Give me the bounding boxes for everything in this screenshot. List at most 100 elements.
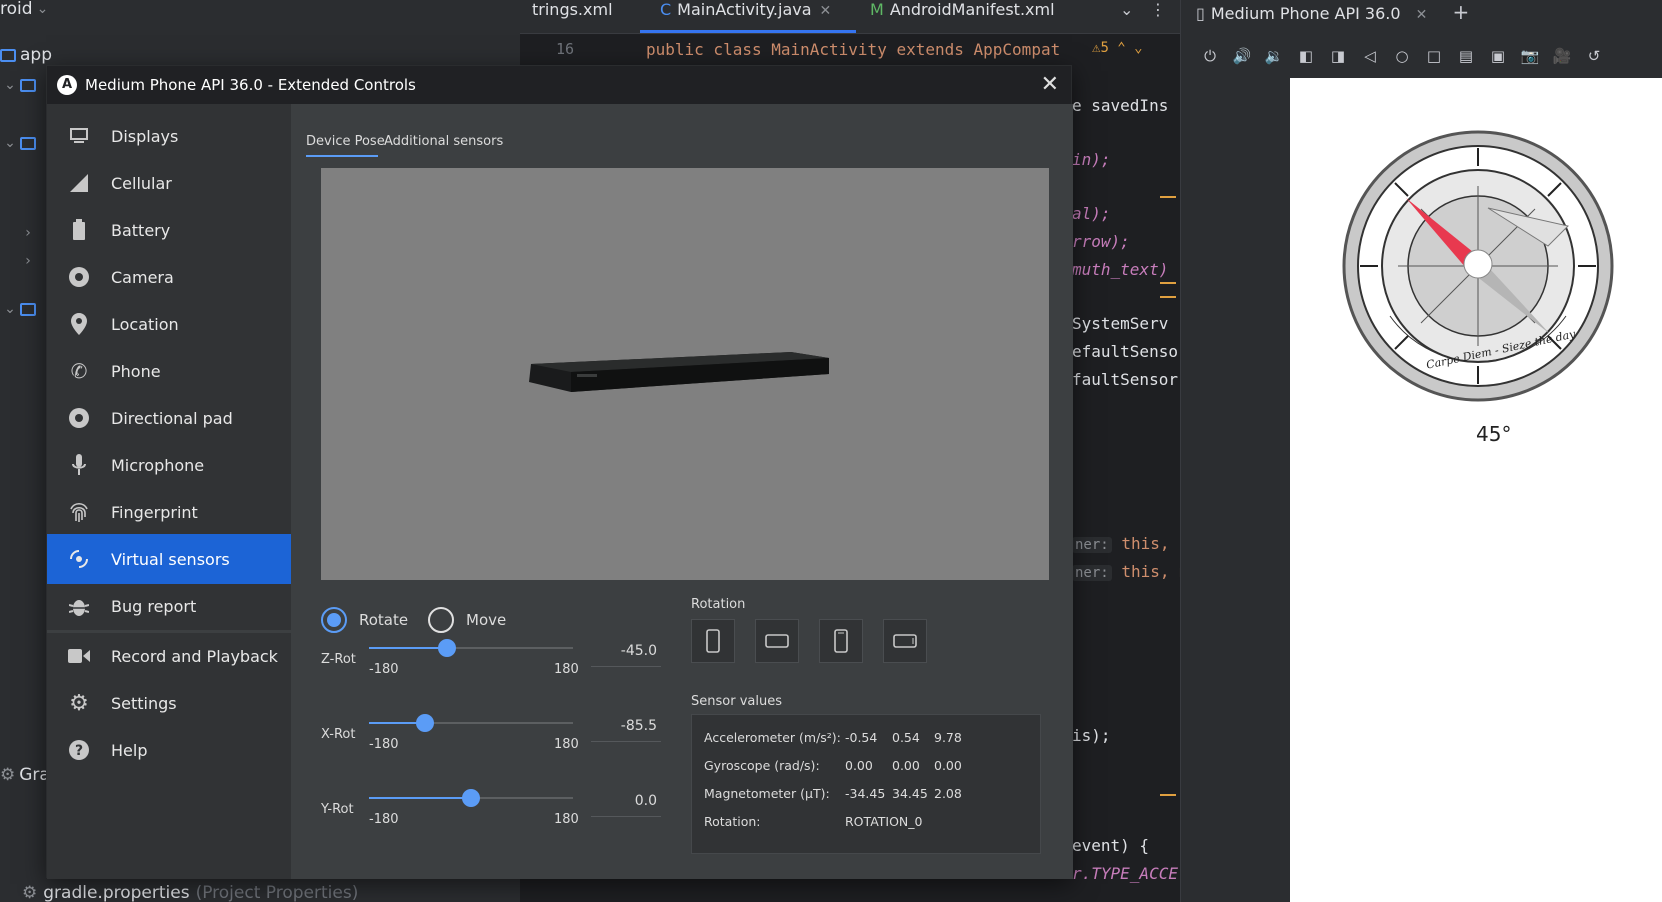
warning-count[interactable]: ⚠5 ⌃ ⌄ bbox=[1092, 40, 1143, 56]
device-settings-icon[interactable]: ▣ bbox=[1482, 47, 1514, 65]
sidebar-item-help[interactable]: ? Help bbox=[47, 725, 291, 775]
tree-row-gradle[interactable]: ⚙ Gra bbox=[0, 762, 50, 788]
close-icon[interactable]: ✕ bbox=[1416, 7, 1428, 23]
tab-strings-xml[interactable]: trings.xml bbox=[532, 0, 613, 34]
radio-indicator bbox=[321, 607, 347, 633]
sidebar-item-fingerprint[interactable]: Fingerprint bbox=[47, 487, 291, 537]
tree-row[interactable]: ⌄ bbox=[0, 296, 40, 322]
tab-device-pose[interactable]: Device Pose bbox=[306, 134, 385, 149]
z-rot-value[interactable]: -45.0 bbox=[597, 643, 657, 659]
volume-down-icon[interactable]: 🔉 bbox=[1258, 47, 1290, 65]
x-rot-slider[interactable] bbox=[369, 722, 573, 724]
java-class-icon: C bbox=[660, 0, 672, 19]
extended-controls-dialog: A Medium Phone API 36.0 - Extended Contr… bbox=[46, 65, 1073, 879]
code-fragment: e savedIns bbox=[1072, 96, 1169, 115]
sidebar-item-label: Directional pad bbox=[111, 408, 233, 428]
rotate-reverse-landscape-button[interactable] bbox=[883, 619, 927, 663]
device-pose-3d-view[interactable] bbox=[321, 168, 1049, 580]
slider-min-label: -180 bbox=[369, 812, 399, 827]
tree-row[interactable]: ⌄ bbox=[0, 72, 40, 98]
tab-androidmanifest-xml[interactable]: M AndroidManifest.xml bbox=[870, 0, 1055, 34]
sidebar-item-label: Battery bbox=[111, 220, 171, 240]
sidebar-item-directional-pad[interactable]: Directional pad bbox=[47, 393, 291, 443]
phone-icon: ✆ bbox=[70, 359, 88, 383]
sidebar-item-microphone[interactable]: Microphone bbox=[47, 440, 291, 490]
y-rot-value[interactable]: 0.0 bbox=[597, 793, 657, 809]
rotate-right-icon[interactable]: ◨ bbox=[1322, 47, 1354, 65]
tree-row[interactable]: › bbox=[18, 248, 38, 274]
battery-icon bbox=[67, 218, 91, 242]
home-icon[interactable]: ○ bbox=[1386, 47, 1418, 65]
x-rot-slider-thumb[interactable] bbox=[416, 714, 434, 732]
rotate-reverse-portrait-button[interactable] bbox=[819, 619, 863, 663]
x-rot-value[interactable]: -85.5 bbox=[597, 718, 657, 734]
rotate-portrait-button[interactable] bbox=[691, 619, 735, 663]
move-radio[interactable]: Move bbox=[428, 607, 506, 633]
accelerometer-x: -0.54 bbox=[845, 730, 878, 745]
slider-fill bbox=[369, 797, 471, 799]
code-fragment: r.TYPE_ACCE bbox=[1072, 864, 1178, 883]
gyroscope-label: Gyroscope (rad/s): bbox=[704, 758, 820, 773]
sidebar-item-cellular[interactable]: Cellular bbox=[47, 158, 291, 208]
tree-row-gradle-properties[interactable]: ⚙ gradle.properties (Project Properties) bbox=[22, 880, 358, 902]
z-rot-slider[interactable] bbox=[369, 647, 573, 649]
sidebar-item-record-and-playback[interactable]: Record and Playback bbox=[47, 631, 291, 681]
sidebar-item-battery[interactable]: Battery bbox=[47, 205, 291, 255]
add-icon[interactable]: + bbox=[1452, 0, 1469, 24]
project-title[interactable]: roid ⌄ bbox=[0, 0, 53, 22]
emulator-tab[interactable]: ▯ Medium Phone API 36.0 ✕ + bbox=[1196, 0, 1469, 24]
code-line-16: public class MainActivity extends AppCom… bbox=[646, 40, 1060, 59]
sidebar-item-displays[interactable]: Displays bbox=[47, 111, 291, 161]
radio-label: Move bbox=[466, 611, 507, 629]
sidebar-item-camera[interactable]: Camera bbox=[47, 252, 291, 302]
landscape-icon bbox=[765, 634, 789, 648]
project-root[interactable]: app bbox=[0, 42, 52, 68]
sidebar-item-label: Help bbox=[111, 740, 148, 760]
change-marker bbox=[1160, 196, 1176, 198]
rotate-radio[interactable]: Rotate bbox=[321, 607, 408, 633]
tree-row[interactable]: › bbox=[18, 220, 38, 246]
folder-icon bbox=[20, 302, 36, 316]
rotate-landscape-button[interactable] bbox=[755, 619, 799, 663]
sidebar-item-bug-report[interactable]: Bug report bbox=[47, 581, 291, 631]
sidebar-item-label: Settings bbox=[111, 693, 177, 713]
tab-additional-sensors[interactable]: Additional sensors bbox=[384, 134, 503, 149]
radio-label: Rotate bbox=[359, 611, 409, 629]
change-marker bbox=[1160, 296, 1176, 298]
close-icon[interactable]: ✕ bbox=[1041, 72, 1059, 97]
x-rot-label: X-Rot bbox=[321, 727, 356, 742]
project-title-label: roid bbox=[0, 0, 33, 19]
more-icon[interactable]: ⋮ bbox=[1150, 0, 1166, 34]
svg-text:?: ? bbox=[75, 743, 83, 759]
close-icon[interactable]: ✕ bbox=[820, 3, 832, 19]
screenshot-icon[interactable]: 📷 bbox=[1514, 47, 1546, 65]
sidebar-item-location[interactable]: Location bbox=[47, 299, 291, 349]
y-rot-slider-thumb[interactable] bbox=[462, 789, 480, 807]
tab-mainactivity-java[interactable]: C MainActivity.java ✕ bbox=[660, 0, 831, 34]
power-icon[interactable]: ⏻ bbox=[1194, 47, 1226, 65]
overview-icon[interactable]: □ bbox=[1418, 47, 1450, 65]
value-underline bbox=[591, 816, 661, 817]
device-screen[interactable]: Carpe Diem - Sieze the day 45° bbox=[1290, 78, 1662, 902]
code-fragment: in); bbox=[1072, 150, 1111, 169]
gyroscope-z: 0.00 bbox=[934, 758, 962, 773]
value-underline bbox=[591, 666, 661, 667]
tree-row[interactable]: ⌄ bbox=[0, 130, 40, 156]
rotation-sensor-value: ROTATION_0 bbox=[845, 814, 923, 829]
sidebar-item-virtual-sensors[interactable]: Virtual sensors bbox=[47, 534, 291, 584]
z-rot-slider-thumb[interactable] bbox=[438, 639, 456, 657]
dialog-title-bar[interactable]: A Medium Phone API 36.0 - Extended Contr… bbox=[47, 66, 1071, 104]
rotate-left-icon[interactable]: ◧ bbox=[1290, 47, 1322, 65]
back-icon[interactable]: ◁ bbox=[1354, 47, 1386, 65]
volume-up-icon[interactable]: 🔊 bbox=[1226, 47, 1258, 65]
sidebar-item-phone[interactable]: ✆ Phone bbox=[47, 346, 291, 396]
sidebar-item-label: Displays bbox=[111, 126, 179, 146]
display-mode-icon[interactable]: ▤ bbox=[1450, 47, 1482, 65]
sidebar-item-settings[interactable]: ⚙ Settings bbox=[47, 678, 291, 728]
radio-indicator bbox=[428, 607, 454, 633]
screen-record-icon[interactable]: 🎥 bbox=[1546, 47, 1578, 65]
snapshot-icon[interactable]: ↺ bbox=[1578, 47, 1610, 65]
extended-controls-sidebar: Displays Cellular Battery Camera Locatio… bbox=[47, 104, 291, 879]
chevron-down-icon[interactable]: ⌄ bbox=[1120, 0, 1133, 34]
sidebar-item-label: Record and Playback bbox=[111, 646, 278, 666]
